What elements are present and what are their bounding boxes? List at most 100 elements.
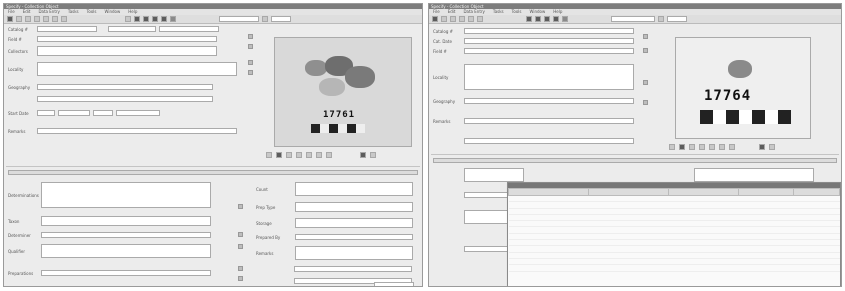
save-icon[interactable] (43, 16, 49, 22)
next-record-icon[interactable] (152, 16, 158, 22)
delete-icon[interactable] (238, 266, 243, 271)
edit-icon[interactable] (238, 276, 243, 281)
geography-field[interactable] (464, 98, 634, 104)
search-box[interactable] (611, 16, 655, 22)
zoom-out-icon[interactable] (276, 152, 282, 158)
rotate-icon[interactable] (689, 144, 695, 150)
next-image-icon[interactable] (719, 144, 725, 150)
count-field[interactable] (295, 182, 413, 196)
geography-field[interactable] (37, 84, 213, 90)
add-icon[interactable] (238, 244, 243, 249)
delete-record-icon[interactable] (170, 16, 176, 22)
home-icon[interactable] (432, 16, 438, 22)
cataloger-field[interactable] (159, 26, 219, 32)
search-icon[interactable] (125, 16, 131, 22)
first-record-icon[interactable] (526, 16, 532, 22)
catalog-number-field[interactable] (464, 28, 634, 34)
collectors-field[interactable] (37, 46, 217, 56)
remarks-field[interactable] (464, 118, 634, 124)
catalog-number-field[interactable] (37, 26, 97, 32)
print-icon[interactable] (326, 152, 332, 158)
options-icon[interactable] (262, 16, 268, 22)
view-selector[interactable] (667, 16, 687, 22)
help-icon[interactable] (370, 152, 376, 158)
prep-type-field[interactable] (295, 202, 413, 212)
add-icon[interactable] (643, 34, 648, 39)
edit-icon[interactable] (238, 232, 243, 237)
edit-icon[interactable] (248, 70, 253, 75)
prev-image-icon[interactable] (306, 152, 312, 158)
attach-icon[interactable] (360, 152, 366, 158)
verbatim-date-field[interactable] (116, 110, 160, 116)
home-icon[interactable] (7, 16, 13, 22)
add-icon[interactable] (238, 204, 243, 209)
save-icon[interactable] (468, 16, 474, 22)
remarks-field[interactable] (37, 128, 237, 134)
new-record-icon[interactable] (459, 16, 465, 22)
column-header[interactable] (793, 188, 840, 196)
prep-extra-field[interactable] (294, 266, 412, 272)
view-selector[interactable] (271, 16, 291, 22)
edit-icon[interactable] (643, 100, 648, 105)
column-header[interactable] (668, 188, 739, 196)
preparations-field[interactable] (41, 270, 211, 276)
search-box[interactable] (219, 16, 259, 22)
locality-field[interactable] (464, 64, 634, 90)
print-icon[interactable] (729, 144, 735, 150)
locality-field[interactable] (37, 62, 237, 76)
qualifier-field[interactable] (41, 244, 211, 258)
end-date-field[interactable] (58, 110, 90, 116)
zoom-out-icon[interactable] (679, 144, 685, 150)
rotate-icon[interactable] (286, 152, 292, 158)
determinations-field[interactable] (41, 182, 211, 208)
add-icon[interactable] (248, 34, 253, 39)
table-row[interactable] (508, 264, 840, 272)
prep-remarks-field[interactable] (295, 246, 413, 260)
new-record-icon[interactable] (34, 16, 40, 22)
taxon-field[interactable] (41, 216, 211, 226)
prev-image-icon[interactable] (709, 144, 715, 150)
fit-icon[interactable] (699, 144, 705, 150)
forward-icon[interactable] (25, 16, 31, 22)
field-number-field[interactable] (464, 48, 634, 54)
help-icon[interactable] (769, 144, 775, 150)
lower-field-1[interactable] (464, 168, 524, 182)
next-record-icon[interactable] (544, 16, 550, 22)
last-record-icon[interactable] (161, 16, 167, 22)
column-header[interactable] (508, 188, 589, 196)
catalog-date-field[interactable] (464, 38, 634, 44)
catalog-date-field[interactable] (108, 26, 156, 32)
add-icon[interactable] (643, 80, 648, 85)
delete-record-icon[interactable] (562, 16, 568, 22)
zoom-in-icon[interactable] (669, 144, 675, 150)
fit-icon[interactable] (296, 152, 302, 158)
prev-record-icon[interactable] (535, 16, 541, 22)
next-image-icon[interactable] (316, 152, 322, 158)
date-precision-field[interactable] (93, 110, 113, 116)
options-icon[interactable] (658, 16, 664, 22)
edit-icon[interactable] (643, 48, 648, 53)
start-date-field[interactable] (37, 110, 55, 116)
lower-right-field[interactable] (694, 168, 814, 182)
column-header[interactable] (588, 188, 669, 196)
determiner-field[interactable] (41, 232, 211, 238)
add-icon[interactable] (248, 60, 253, 65)
first-record-icon[interactable] (134, 16, 140, 22)
prev-record-icon[interactable] (143, 16, 149, 22)
field-number-field[interactable] (37, 36, 217, 42)
attach-icon[interactable] (759, 144, 765, 150)
forward-icon[interactable] (450, 16, 456, 22)
back-icon[interactable] (441, 16, 447, 22)
undo-icon[interactable] (477, 16, 483, 22)
zoom-in-icon[interactable] (266, 152, 272, 158)
last-record-icon[interactable] (553, 16, 559, 22)
geography-detail-field[interactable] (37, 96, 213, 102)
extra-field[interactable] (464, 138, 634, 144)
column-header[interactable] (738, 188, 794, 196)
back-icon[interactable] (16, 16, 22, 22)
edit-icon[interactable] (248, 44, 253, 49)
storage-field[interactable] (295, 218, 413, 228)
undo-icon[interactable] (52, 16, 58, 22)
redo-icon[interactable] (61, 16, 67, 22)
prepared-by-field[interactable] (295, 234, 413, 240)
